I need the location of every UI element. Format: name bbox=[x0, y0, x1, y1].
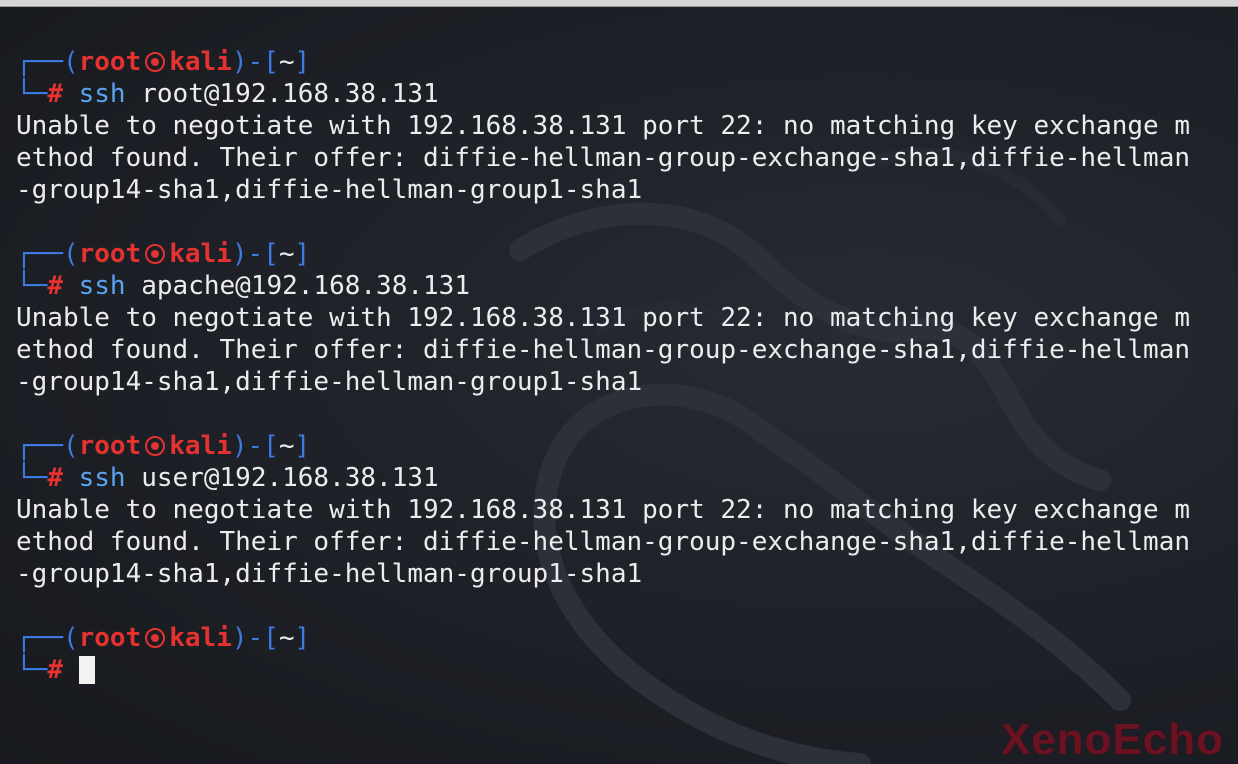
kali-skull-icon bbox=[145, 436, 166, 456]
output-line: ethod found. Their offer: diffie-hellman… bbox=[16, 143, 1190, 173]
prompt-box-top: ┌──( bbox=[16, 239, 79, 269]
command-args: user@192.168.38.131 bbox=[141, 463, 439, 493]
kali-skull-icon bbox=[145, 52, 166, 72]
prompt-cwd: ~ bbox=[278, 623, 295, 653]
output-line: -group14-sha1,diffie-hellman-group1-sha1 bbox=[16, 559, 643, 589]
command-line: └─# ssh apache@192.168.38.131 bbox=[16, 270, 1226, 302]
command-name: ssh bbox=[78, 463, 126, 493]
prompt-box-end: ] bbox=[294, 47, 311, 77]
prompt-header-line: ┌──(root kali)-[~] bbox=[16, 238, 1226, 270]
command-name: ssh bbox=[78, 79, 126, 109]
output-line: Unable to negotiate with 192.168.38.131 … bbox=[16, 495, 1190, 525]
prompt-user: root bbox=[78, 431, 142, 461]
prompt-hash: # bbox=[47, 271, 63, 301]
prompt-host: kali bbox=[169, 623, 232, 653]
kali-skull-icon bbox=[145, 628, 166, 648]
terminal-output[interactable]: ┌──(root kali)-[~] └─# ssh root@192.168.38… bbox=[16, 46, 1226, 686]
prompt-cwd: ~ bbox=[278, 239, 295, 269]
prompt-box-mid: )-[ bbox=[231, 239, 279, 269]
prompt-hash: # bbox=[47, 463, 63, 493]
prompt-host: kali bbox=[169, 239, 232, 269]
prompt-box-top: ┌──( bbox=[16, 431, 79, 461]
prompt-header-line: ┌──(root kali)-[~] bbox=[16, 46, 1226, 78]
prompt-user: root bbox=[78, 47, 142, 77]
prompt-box-bottom: └─ bbox=[16, 463, 48, 493]
prompt-cwd: ~ bbox=[278, 431, 295, 461]
prompt-host: kali bbox=[169, 431, 232, 461]
text-cursor[interactable] bbox=[78, 656, 95, 684]
output-line: Unable to negotiate with 192.168.38.131 … bbox=[16, 303, 1190, 333]
output-line: ethod found. Their offer: diffie-hellman… bbox=[16, 527, 1190, 557]
prompt-header-line: ┌──(root kali)-[~] bbox=[16, 430, 1226, 462]
prompt-box-bottom: └─ bbox=[16, 655, 48, 685]
kali-skull-icon bbox=[145, 244, 166, 264]
prompt-box-bottom: └─ bbox=[16, 271, 48, 301]
command-line[interactable]: └─# bbox=[16, 654, 1226, 686]
prompt-box-mid: )-[ bbox=[231, 431, 279, 461]
command-args: root@192.168.38.131 bbox=[141, 79, 439, 109]
prompt-cwd: ~ bbox=[278, 47, 295, 77]
prompt-user: root bbox=[78, 623, 142, 653]
prompt-box-end: ] bbox=[294, 623, 311, 653]
command-name: ssh bbox=[78, 271, 126, 301]
prompt-box-bottom: └─ bbox=[16, 79, 48, 109]
output-line: Unable to negotiate with 192.168.38.131 … bbox=[16, 111, 1190, 141]
command-line: └─# ssh user@192.168.38.131 bbox=[16, 462, 1226, 494]
command-line: └─# ssh root@192.168.38.131 bbox=[16, 78, 1226, 110]
prompt-box-mid: )-[ bbox=[231, 623, 279, 653]
prompt-header-line: ┌──(root kali)-[~] bbox=[16, 622, 1226, 654]
prompt-hash: # bbox=[47, 79, 63, 109]
output-line: ethod found. Their offer: diffie-hellman… bbox=[16, 335, 1190, 365]
output-line: -group14-sha1,diffie-hellman-group1-sha1 bbox=[16, 175, 643, 205]
prompt-host: kali bbox=[169, 47, 232, 77]
watermark-logo: XenoEcho bbox=[1000, 715, 1224, 764]
prompt-box-end: ] bbox=[294, 431, 311, 461]
prompt-box-top: ┌──( bbox=[16, 623, 79, 653]
prompt-box-mid: )-[ bbox=[231, 47, 279, 77]
prompt-box-end: ] bbox=[294, 239, 311, 269]
prompt-box-top: ┌──( bbox=[16, 47, 79, 77]
prompt-hash: # bbox=[47, 655, 63, 685]
prompt-user: root bbox=[78, 239, 142, 269]
output-line: -group14-sha1,diffie-hellman-group1-sha1 bbox=[16, 367, 643, 397]
command-args: apache@192.168.38.131 bbox=[141, 271, 470, 301]
